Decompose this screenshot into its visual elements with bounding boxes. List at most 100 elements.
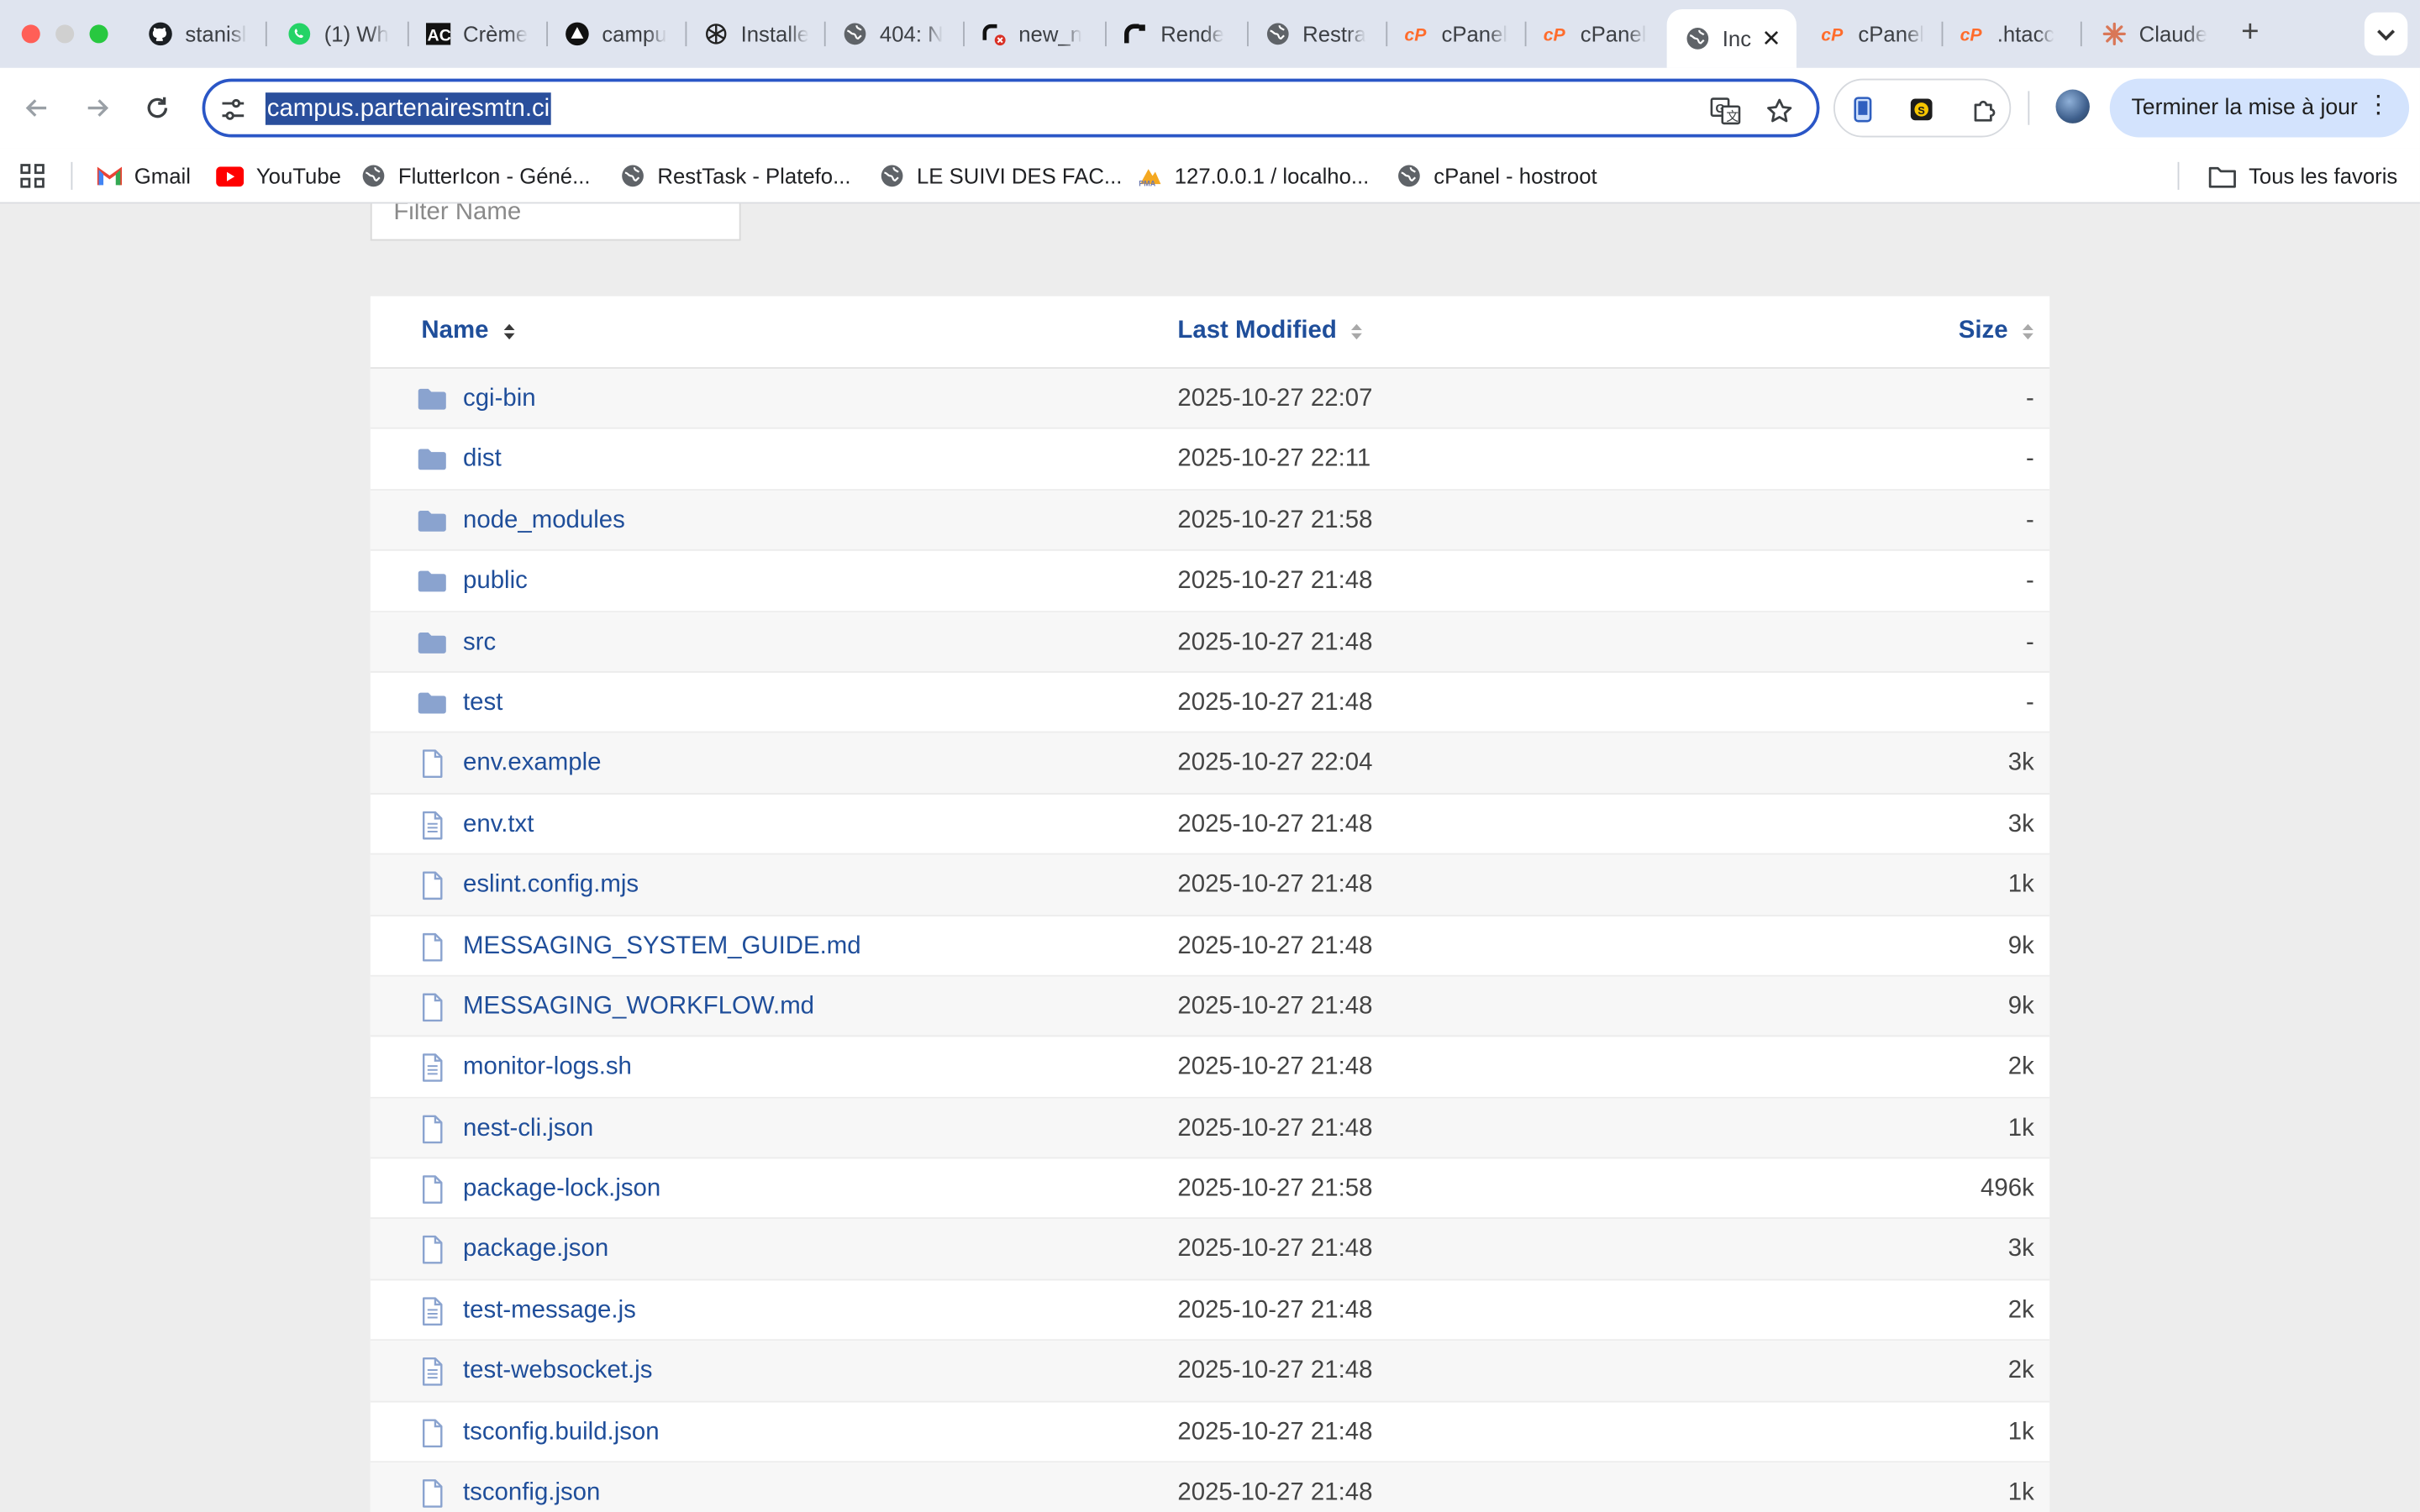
- file-name-link[interactable]: package.json: [463, 1236, 608, 1264]
- tab-13[interactable]: cP cPanel: [1802, 9, 1941, 59]
- file-name-link[interactable]: tsconfig.json: [463, 1479, 600, 1507]
- table-row[interactable]: dist 2025-10-27 22:11 -: [370, 429, 2050, 491]
- table-row[interactable]: env.txt 2025-10-27 21:48 3k: [370, 794, 2050, 855]
- extensions-puzzle-icon[interactable]: [1968, 92, 2002, 126]
- tab-3[interactable]: AC Crème: [408, 9, 546, 59]
- back-button[interactable]: [18, 90, 55, 127]
- table-row[interactable]: tsconfig.build.json 2025-10-27 21:48 1k: [370, 1402, 2050, 1463]
- tab-1[interactable]: stanisl: [129, 9, 259, 59]
- more-menu-icon[interactable]: ⋮: [2366, 93, 2391, 118]
- table-row[interactable]: node_modules 2025-10-27 21:58 -: [370, 490, 2050, 552]
- tab-9[interactable]: Restra: [1247, 9, 1386, 59]
- file-name-link[interactable]: public: [463, 568, 528, 596]
- tab-10[interactable]: cP cPanel: [1386, 9, 1524, 59]
- file-name-link[interactable]: dist: [463, 447, 502, 475]
- file-name-link[interactable]: test-websocket.js: [463, 1358, 652, 1386]
- table-row[interactable]: cgi-bin 2025-10-27 22:07 -: [370, 368, 2050, 430]
- tab-8[interactable]: Rende: [1105, 9, 1247, 59]
- apps-grid-icon[interactable]: [18, 160, 46, 192]
- file-name-link[interactable]: eslint.config.mjs: [463, 872, 639, 900]
- all-bookmarks-button[interactable]: Tous les favoris: [2208, 160, 2397, 192]
- table-row[interactable]: src 2025-10-27 21:48 -: [370, 612, 2050, 673]
- column-modified-label: Last Modified: [1177, 318, 1337, 344]
- tab-6[interactable]: 404: N: [824, 9, 963, 59]
- reload-button[interactable]: [139, 90, 176, 127]
- file-name-link[interactable]: cgi-bin: [463, 386, 536, 413]
- file-name-link[interactable]: MESSAGING_SYSTEM_GUIDE.md: [463, 932, 861, 960]
- bookmark-cpanel-hostroot[interactable]: cPanel - hostroot: [1397, 160, 1597, 192]
- file-name-link[interactable]: src: [463, 629, 496, 657]
- file-icon: [417, 870, 448, 901]
- table-row[interactable]: test-message.js 2025-10-27 21:48 2k: [370, 1280, 2050, 1341]
- file-name-link[interactable]: MESSAGING_WORKFLOW.md: [463, 994, 814, 1021]
- tab-7[interactable]: new_n: [963, 9, 1105, 59]
- file-name-link[interactable]: env.example: [463, 750, 601, 778]
- tab-title: (1) Wh: [324, 21, 389, 47]
- close-tab-icon[interactable]: ✕: [1761, 24, 1781, 52]
- table-row[interactable]: package-lock.json 2025-10-27 21:58 496k: [370, 1159, 2050, 1220]
- table-row[interactable]: test 2025-10-27 21:48 -: [370, 673, 2050, 734]
- sort-by-name-header[interactable]: Name: [421, 318, 514, 345]
- file-name-link[interactable]: env.txt: [463, 811, 534, 839]
- table-row[interactable]: env.example 2025-10-27 22:04 3k: [370, 733, 2050, 795]
- last-modified: 2025-10-27 22:04: [1177, 750, 1373, 777]
- tab-4[interactable]: campu: [546, 9, 685, 59]
- table-row[interactable]: public 2025-10-27 21:48 -: [370, 551, 2050, 612]
- bookmark-youtube[interactable]: YouTube: [216, 160, 341, 192]
- bookmark-suivi[interactable]: LE SUIVI DES FAC...: [880, 160, 1122, 192]
- bookmark-fluttericon[interactable]: FlutterIcon - Géné...: [361, 160, 591, 192]
- file-name-link[interactable]: test: [463, 690, 502, 717]
- table-row[interactable]: tsconfig.json 2025-10-27 21:48 1k: [370, 1462, 2050, 1512]
- tab-14[interactable]: cP .htacc: [1942, 9, 2081, 59]
- tab-11[interactable]: cP cPanel: [1525, 9, 1664, 59]
- table-row[interactable]: test-websocket.js 2025-10-27 21:48 2k: [370, 1341, 2050, 1402]
- file-icon: [417, 1174, 448, 1205]
- table-row[interactable]: MESSAGING_SYSTEM_GUIDE.md 2025-10-27 21:4…: [370, 916, 2050, 977]
- profile-avatar[interactable]: [2055, 89, 2090, 123]
- address-bar[interactable]: campus.partenairesmtn.ci G文: [202, 78, 1820, 138]
- svg-text:PMA: PMA: [1139, 180, 1155, 188]
- update-button[interactable]: Terminer la mise à jour ⋮: [2109, 78, 2410, 138]
- file-name-link[interactable]: node_modules: [463, 507, 625, 535]
- file-size: 2k: [2007, 1297, 2034, 1324]
- bookmark-gmail[interactable]: Gmail: [97, 160, 191, 192]
- bookmark-phpmyadmin[interactable]: PMA 127.0.0.1 / localho...: [1138, 160, 1369, 192]
- sort-by-modified-header[interactable]: Last Modified: [1177, 318, 1363, 345]
- tab-15[interactable]: Claude: [2084, 9, 2223, 59]
- svg-text:AC: AC: [428, 27, 451, 45]
- last-modified: 2025-10-27 21:48: [1177, 689, 1373, 717]
- extension-phone-icon[interactable]: [1846, 92, 1880, 126]
- folder-icon: [417, 627, 448, 659]
- last-modified: 2025-10-27 22:11: [1177, 446, 1371, 473]
- file-name-link[interactable]: package-lock.json: [463, 1176, 660, 1204]
- bookmark-star-icon[interactable]: [1763, 94, 1797, 128]
- sort-by-size-header[interactable]: Size: [1959, 318, 2034, 345]
- tab-12-active[interactable]: Inc ✕: [1666, 9, 1797, 68]
- table-row[interactable]: nest-cli.json 2025-10-27 21:48 1k: [370, 1098, 2050, 1159]
- new-tab-button[interactable]: +: [2233, 15, 2267, 49]
- extension-wallet-icon[interactable]: S: [1904, 92, 1938, 126]
- minimize-window-button[interactable]: [55, 24, 75, 44]
- table-row[interactable]: MESSAGING_WORKFLOW.md 2025-10-27 21:48 9k: [370, 976, 2050, 1037]
- table-row[interactable]: monitor-logs.sh 2025-10-27 21:48 2k: [370, 1037, 2050, 1099]
- bookmark-resttask[interactable]: RestTask - Platefo...: [620, 160, 851, 192]
- url-text[interactable]: campus.partenairesmtn.ci: [265, 92, 552, 125]
- tab-title: stanisl: [185, 21, 247, 47]
- file-name-link[interactable]: tsconfig.build.json: [463, 1419, 660, 1446]
- tab-5[interactable]: Installe: [685, 9, 823, 59]
- table-row[interactable]: package.json 2025-10-27 21:48 3k: [370, 1219, 2050, 1281]
- translate-icon[interactable]: G文: [1708, 94, 1742, 128]
- close-window-button[interactable]: [21, 24, 40, 44]
- file-name-link[interactable]: nest-cli.json: [463, 1115, 593, 1142]
- file-size: -: [2025, 628, 2034, 655]
- tab-2[interactable]: (1) Wh: [269, 9, 402, 59]
- globe-icon: [1397, 164, 1421, 188]
- tab-search-button[interactable]: [2364, 12, 2408, 56]
- table-row[interactable]: eslint.config.mjs 2025-10-27 21:48 1k: [370, 854, 2050, 916]
- forward-button[interactable]: [79, 90, 116, 127]
- maximize-window-button[interactable]: [89, 24, 108, 44]
- file-name-link[interactable]: test-message.js: [463, 1297, 636, 1325]
- site-info-icon[interactable]: [219, 96, 247, 123]
- file-name-link[interactable]: monitor-logs.sh: [463, 1054, 632, 1082]
- filter-name-input[interactable]: [371, 203, 739, 239]
